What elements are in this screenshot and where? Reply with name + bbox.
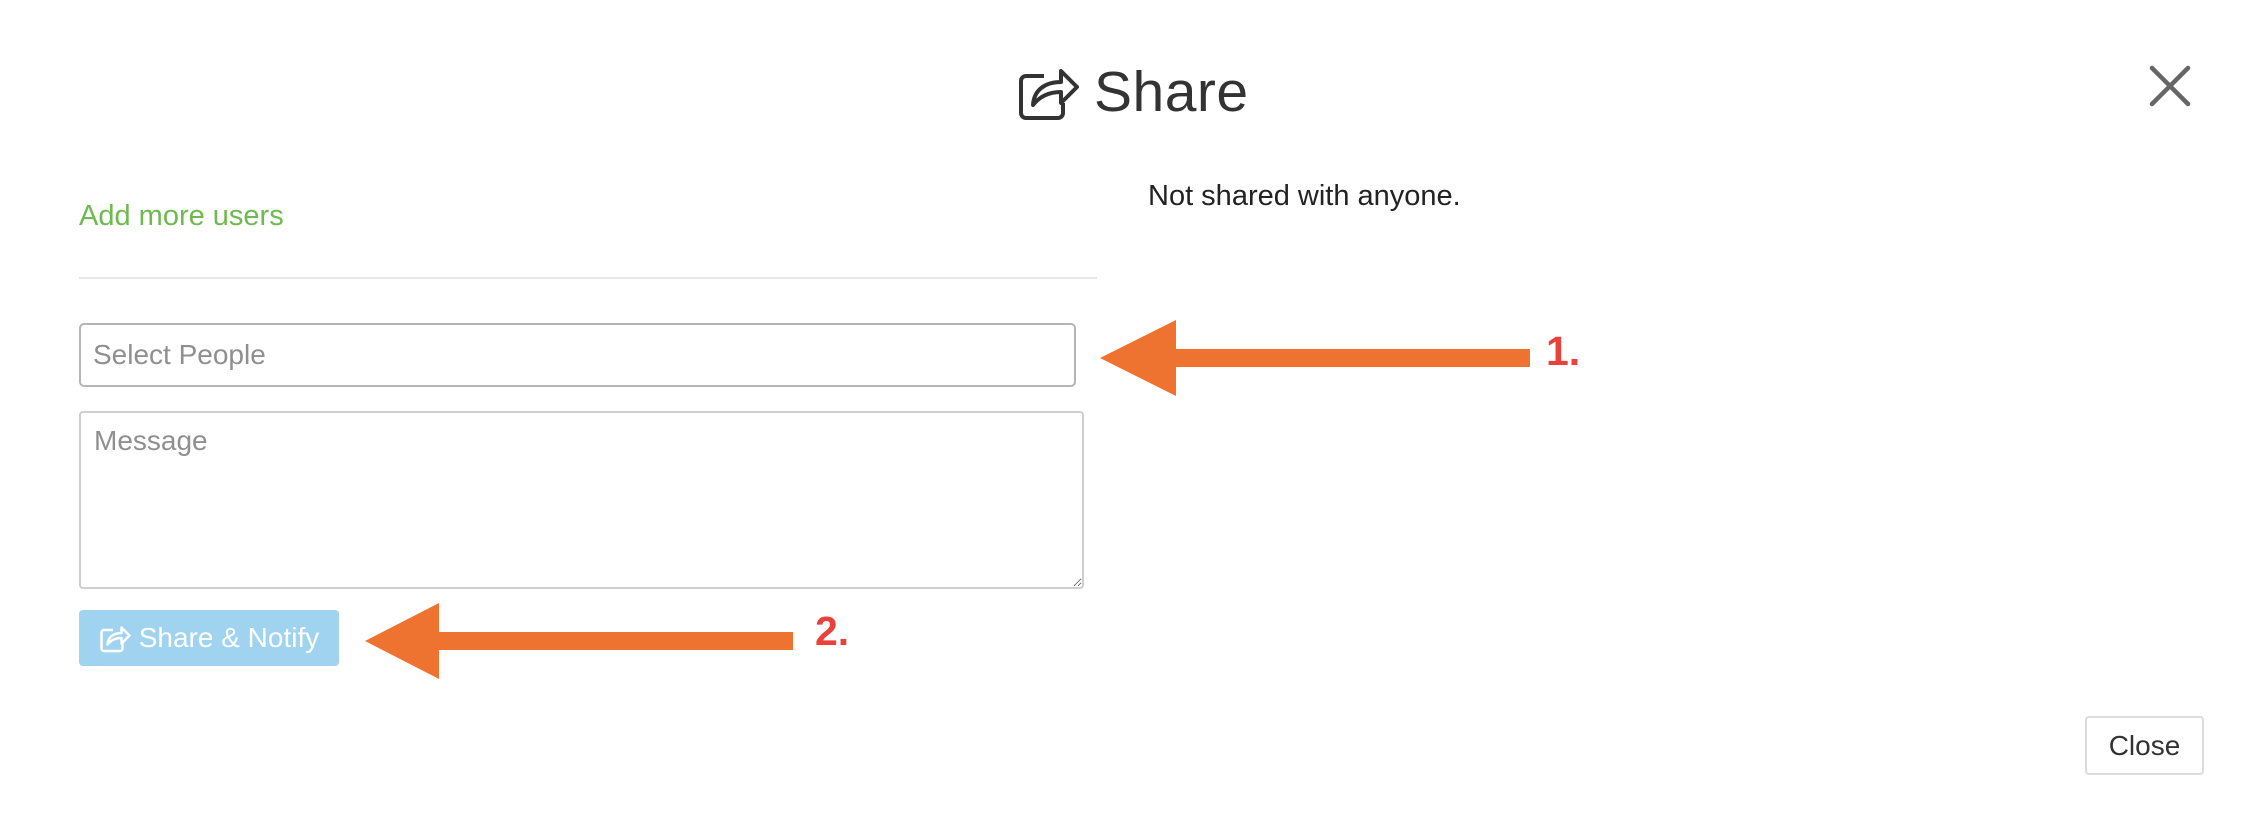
message-field[interactable] [79,411,1084,589]
share-icon [1016,63,1080,121]
select-people-input[interactable] [79,323,1076,387]
annotation-label-1: 1. [1546,328,1581,374]
divider [79,277,1097,279]
dialog-title-text: Share [1094,60,1249,124]
dialog-title: Share [1016,52,1249,132]
annotation-label-2: 2. [815,608,850,654]
share-notify-label: Share & Notify [138,622,320,653]
annotation-arrow-2 [365,601,795,681]
close-button[interactable]: Close [2085,716,2204,775]
add-more-users-link[interactable]: Add more users [79,200,284,233]
annotation-arrow-1 [1100,318,1540,398]
share-notify-button[interactable]: Share & Notify [79,610,339,666]
share-icon [99,623,131,653]
share-status-text: Not shared with anyone. [1148,180,1461,212]
close-icon[interactable] [2140,56,2200,116]
